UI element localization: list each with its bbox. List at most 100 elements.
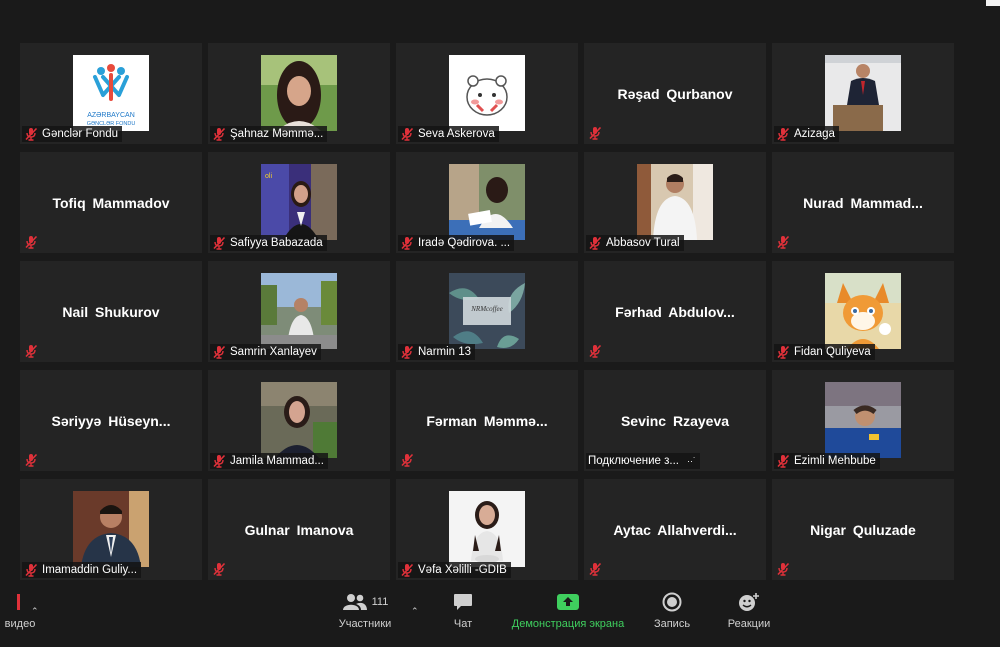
participant-label: İradə Qədirova. ... <box>398 235 515 251</box>
participant-tile[interactable]: İradə Qədirova. ... <box>396 152 578 253</box>
participant-label-text: Imamaddin Guliy... <box>42 564 138 576</box>
participant-tile[interactable]: Tofiq Mammadov <box>20 152 202 253</box>
logo-text-1: AZƏRBAYCAN <box>87 112 135 119</box>
meeting-toolbar: видео ⌃ 111 Участники ⌃ Чат Демонстрация… <box>0 583 1000 647</box>
muted-mic-icon <box>24 563 38 577</box>
participant-tile[interactable]: AZƏRBAYCAN GƏNCLƏR FONDU Gənclər Fondu <box>20 43 202 144</box>
participant-label-text: İradə Qədirova. ... <box>418 237 511 249</box>
chat-icon <box>453 591 473 613</box>
participant-label: Narmin 13 <box>398 344 476 360</box>
muted-mic-icon <box>24 235 38 249</box>
participant-tile[interactable]: Nail Shukurov <box>20 261 202 362</box>
video-options-caret-icon[interactable]: ⌃ <box>31 606 39 617</box>
participant-video-thumbnail <box>825 55 901 131</box>
participant-label-text: Seva Askerova <box>418 128 495 140</box>
muted-mic-icon <box>400 127 414 141</box>
record-button[interactable]: Запись <box>648 583 696 647</box>
muted-mic-icon <box>24 127 38 141</box>
participant-tile[interactable]: Fərman Məmmə... <box>396 370 578 471</box>
participant-tile[interactable]: Fərhad Abdulov... <box>584 261 766 362</box>
share-screen-label: Демонстрация экрана <box>511 618 625 630</box>
record-label: Запись <box>653 618 691 630</box>
muted-mic-icon <box>400 563 414 577</box>
participant-tile[interactable]: NRMcoffee Narmin 13 <box>396 261 578 362</box>
muted-mic-icon <box>588 126 602 140</box>
participant-tile[interactable]: oli Safiyya Babazada <box>208 152 390 253</box>
participant-name: Nigar Quluzade <box>810 521 916 538</box>
participant-video-thumbnail <box>825 273 901 349</box>
participant-tile[interactable]: Samrin Xanlayev <box>208 261 390 362</box>
participant-label-text: Gənclər Fondu <box>42 128 119 140</box>
muted-mic-icon <box>212 562 226 576</box>
muted-mic-icon <box>776 127 790 141</box>
participant-tile[interactable]: Aytac Allahverdi... <box>584 479 766 580</box>
participant-tile[interactable]: Azizaga <box>772 43 954 144</box>
muted-mic-icon <box>212 454 226 468</box>
muted-mic-icon <box>24 344 38 358</box>
muted-mic-icon <box>776 454 790 468</box>
muted-mic-icon <box>776 345 790 359</box>
participant-name: Fərman Məmmə... <box>426 412 548 429</box>
participants-button[interactable]: 111 Участники <box>330 583 400 647</box>
muted-mic-icon <box>212 127 226 141</box>
participant-tile[interactable]: Nigar Quluzade <box>772 479 954 580</box>
participant-name: Fərhad Abdulov... <box>615 303 735 320</box>
participant-tile[interactable]: Şahnaz Məmmə... <box>208 43 390 144</box>
participant-tile[interactable]: Imamaddin Guliy... <box>20 479 202 580</box>
reactions-label: Реакции <box>727 618 771 630</box>
participant-label: Seva Askerova <box>398 126 499 142</box>
participant-video-thumbnail <box>261 382 337 458</box>
participant-label: Samrin Xanlayev <box>210 344 321 360</box>
record-icon <box>662 591 682 613</box>
participant-label-text: Ezimli Mehbube <box>794 455 876 467</box>
participant-label-text: Abbasov Tural <box>606 237 680 249</box>
participant-video-thumbnail <box>73 491 149 567</box>
participant-label-text: Şahnaz Məmmə... <box>230 128 324 140</box>
muted-mic-icon <box>212 236 226 250</box>
participant-label: Azizaga <box>774 126 839 142</box>
participant-name: Nail Shukurov <box>62 303 160 320</box>
participant-video-thumbnail <box>261 273 337 349</box>
participant-tile[interactable]: Rəşad Qurbanov <box>584 43 766 144</box>
participant-tile[interactable]: Seva Askerova <box>396 43 578 144</box>
participant-label: Şahnaz Məmmə... <box>210 126 328 142</box>
chat-button[interactable]: Чат <box>445 583 481 647</box>
muted-mic-icon <box>212 345 226 359</box>
participant-tile[interactable]: Gulnar Imanova <box>208 479 390 580</box>
participant-tile[interactable]: Ezimli Mehbube <box>772 370 954 471</box>
participant-tile[interactable]: Səriyyə Hüseyn... <box>20 370 202 471</box>
svg-text:oli: oli <box>265 173 272 180</box>
participant-tile[interactable]: Nurad Mammad... <box>772 152 954 253</box>
participant-label-text: Jamila Mammad... <box>230 455 324 467</box>
participant-tile[interactable]: Fidan Quliyeva <box>772 261 954 362</box>
logo-caption: NRMcoffee <box>470 305 503 313</box>
participant-tile[interactable]: Sevinc Rzayeva Подключение з... ··˙ <box>584 370 766 471</box>
chat-label: Чат <box>453 618 473 630</box>
participant-name: Sevinc Rzayeva <box>620 412 730 429</box>
participant-label-text: Narmin 13 <box>418 346 472 358</box>
participant-label: Abbasov Tural <box>586 235 684 251</box>
participant-name: Aytac Allahverdi... <box>613 521 737 538</box>
participant-tile[interactable]: Abbasov Tural <box>584 152 766 253</box>
participant-label: Safiyya Babazada <box>210 235 327 251</box>
participants-options-caret-icon[interactable]: ⌃ <box>411 606 419 617</box>
reactions-button[interactable]: Реакции <box>722 583 776 647</box>
participant-label-text: Fidan Quliyeva <box>794 346 871 358</box>
muted-mic-icon <box>400 345 414 359</box>
participants-count: 111 <box>371 596 389 608</box>
muted-mic-icon <box>24 453 38 467</box>
share-screen-button[interactable]: Демонстрация экрана <box>505 583 631 647</box>
window-corner <box>986 0 1000 6</box>
muted-mic-icon <box>776 562 790 576</box>
smile-plus-icon <box>738 591 760 613</box>
loading-spinner-icon: ··˙ <box>686 456 696 466</box>
participant-label: Подключение з... ··˙ <box>586 453 700 469</box>
participants-label: Участники <box>338 618 392 630</box>
participant-tile[interactable]: Jamila Mammad... <box>208 370 390 471</box>
participant-video-thumbnail <box>825 382 901 458</box>
participant-label-text: Safiyya Babazada <box>230 237 323 249</box>
participant-tile[interactable]: Vəfa Xəlilli -GDIB <box>396 479 578 580</box>
muted-mic-icon <box>588 236 602 250</box>
participant-label: Ezimli Mehbube <box>774 453 880 469</box>
muted-mic-icon <box>588 562 602 576</box>
